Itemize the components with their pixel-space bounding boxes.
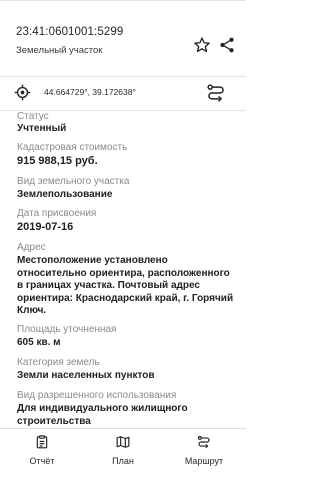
land-category-value: Земли населенных пунктов — [17, 370, 155, 381]
land-category-label: Категория земель — [17, 357, 100, 368]
land-type-value: Землепользование — [17, 189, 113, 200]
area-value: 605 кв. м — [17, 337, 61, 348]
address-value: Местоположение установлено относительно … — [17, 255, 234, 317]
locate-button[interactable] — [14, 84, 31, 101]
bottom-nav: Отчёт План Маршрут — [0, 428, 246, 481]
tab-report[interactable]: Отчёт — [12, 435, 72, 475]
coordinates-text[interactable]: 44.664729°, 39.172638° — [44, 87, 136, 97]
land-type-label: Вид земельного участка — [17, 176, 130, 187]
address-label: Адрес — [17, 242, 46, 253]
area-label: Площадь уточненная — [17, 324, 117, 335]
report-icon — [36, 435, 48, 449]
tab-report-label: Отчёт — [29, 456, 55, 466]
assigned-date-label: Дата присвоения — [17, 208, 97, 219]
tab-plan[interactable]: План — [93, 435, 153, 475]
share-icon — [220, 37, 234, 53]
route-button[interactable] — [206, 83, 226, 103]
object-type: Земельный участок — [16, 45, 103, 56]
favorite-button[interactable] — [193, 36, 211, 54]
cadastral-number: 23:41:0601001:5299 — [16, 26, 124, 38]
tab-plan-label: План — [112, 456, 134, 466]
permitted-use-label: Вид разрешенного использования — [17, 390, 177, 401]
cadastral-value-label: Кадастровая стоимость — [17, 142, 128, 153]
share-button[interactable] — [218, 36, 236, 54]
status-label: Статус — [17, 111, 49, 122]
tab-route-label: Маршрут — [184, 456, 224, 466]
map-icon — [116, 436, 130, 448]
object-header: 23:41:0601001:5299 Земельный участок — [0, 0, 246, 66]
cadastral-value-value: 915 988,15 руб. — [17, 155, 98, 167]
tab-route[interactable]: Маршрут — [174, 435, 234, 475]
permitted-use-value: Для индивидуального жилищного строительс… — [17, 403, 188, 427]
star-icon — [194, 37, 210, 53]
coordinates-row: 44.664729°, 39.172638° — [0, 77, 246, 109]
status-value: Учтенный — [17, 123, 67, 134]
assigned-date-value: 2019-07-16 — [17, 221, 74, 233]
route-icon — [207, 84, 224, 102]
crosshair-icon — [14, 84, 31, 101]
route-icon — [197, 435, 210, 449]
